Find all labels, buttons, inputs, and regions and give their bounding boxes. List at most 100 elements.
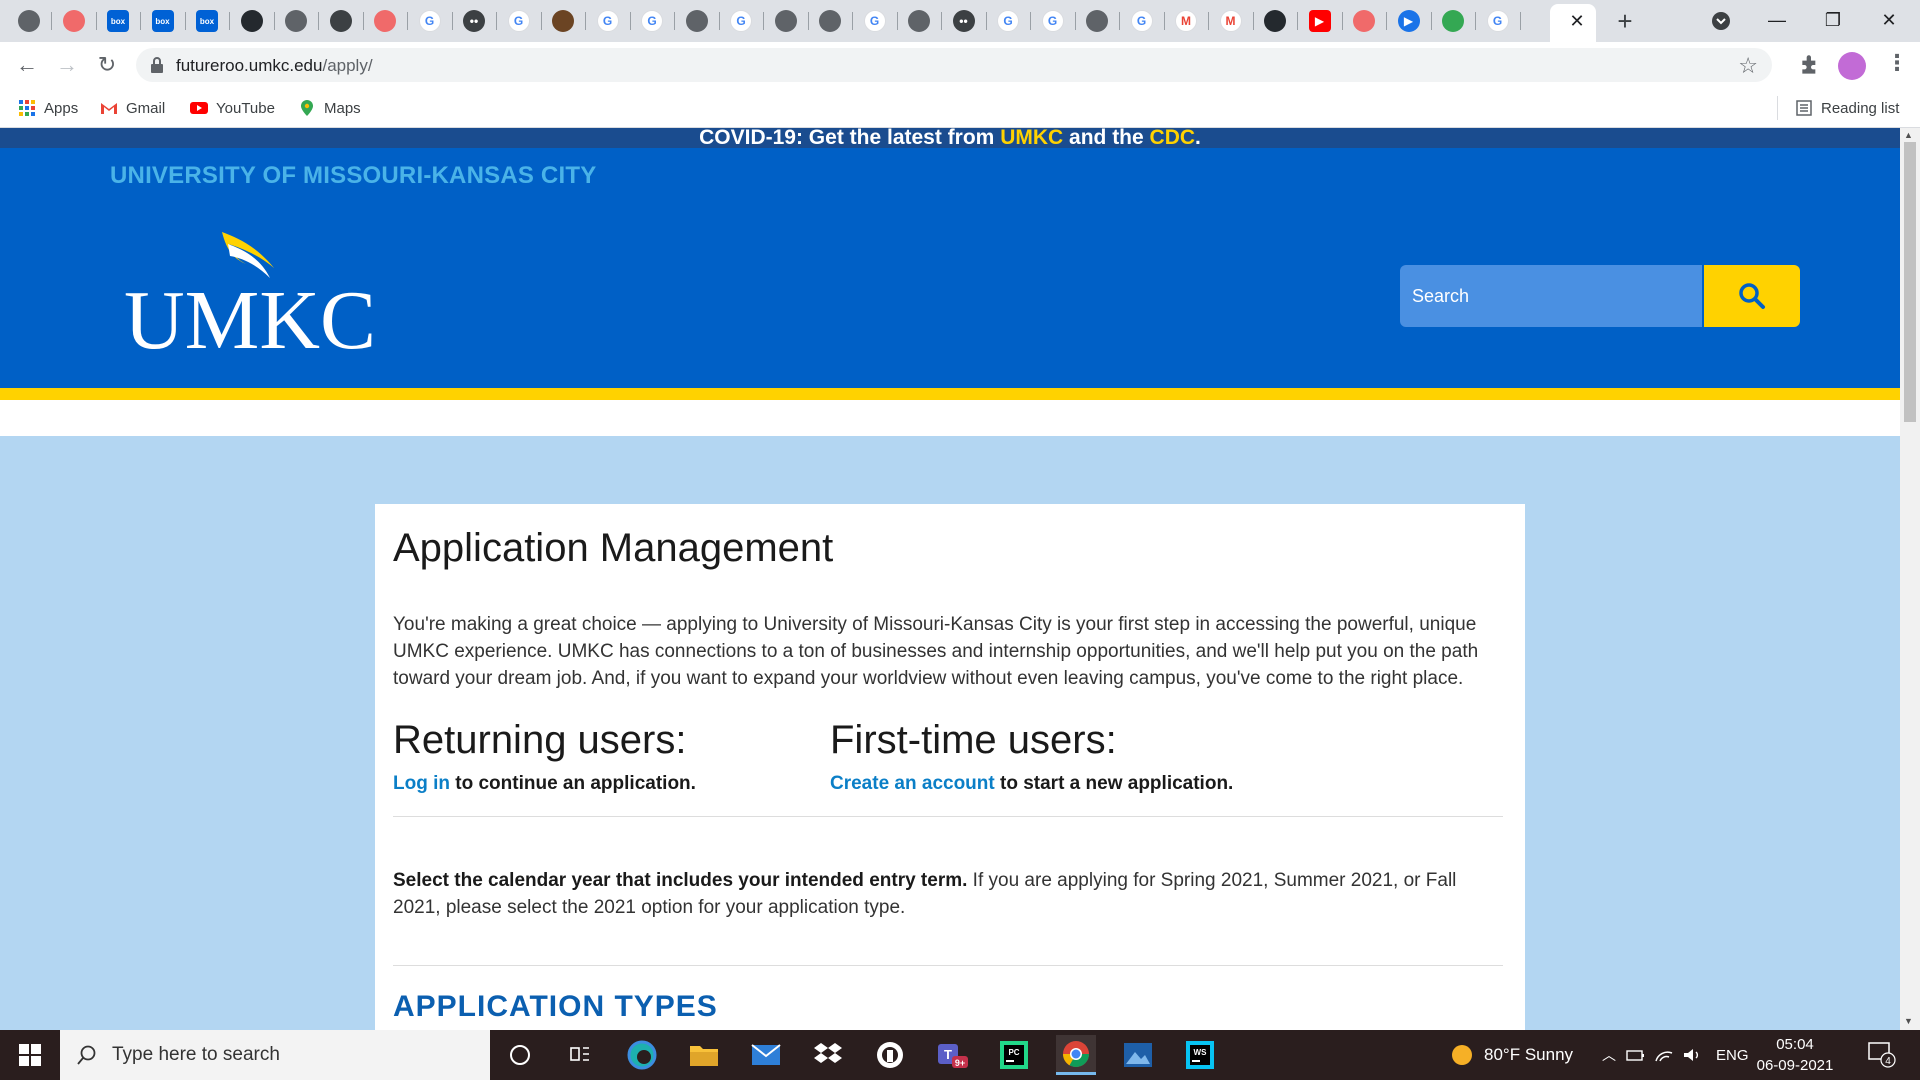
play-tab-favicon-icon[interactable]: ▶ <box>1397 10 1420 32</box>
asana-tab-favicon-icon[interactable] <box>62 10 85 32</box>
globe-tab-favicon-icon[interactable] <box>908 10 930 32</box>
maps-tab-favicon-icon[interactable] <box>1442 10 1464 32</box>
tab-separator <box>1297 12 1298 30</box>
globe-tab-favicon-icon[interactable] <box>685 10 708 32</box>
mail-icon[interactable] <box>746 1035 786 1075</box>
taskbar-search[interactable]: Type here to search <box>60 1030 490 1080</box>
chrome-tab-favicon-icon[interactable] <box>774 10 797 32</box>
reading-list-button[interactable]: Reading list <box>1795 96 1899 120</box>
site-header: UNIVERSITY OF MISSOURI-KANSAS CITY UMKC <box>0 148 1900 388</box>
extensions-puzzle-icon[interactable] <box>1798 52 1824 78</box>
covid-cdc-link[interactable]: CDC <box>1150 128 1196 149</box>
tray-icons[interactable]: ︿ ENG <box>1602 1030 1749 1080</box>
covid-umkc-link[interactable]: UMKC <box>1000 128 1063 149</box>
google-tab-favicon-icon[interactable]: G <box>730 10 752 32</box>
search-button[interactable] <box>1704 265 1800 327</box>
google-tab-favicon-icon[interactable]: G <box>418 10 441 32</box>
google-tab-favicon-icon[interactable]: G <box>1130 10 1153 32</box>
svg-text:WS: WS <box>1194 1048 1208 1057</box>
bookmark-maps[interactable]: Maps <box>298 96 361 120</box>
new-tab-button[interactable]: + <box>1610 6 1640 36</box>
back-icon[interactable]: ← <box>12 50 42 80</box>
chrome-taskbar-icon[interactable] <box>1056 1035 1096 1075</box>
task-view-icon[interactable] <box>560 1035 600 1075</box>
globe-tab-favicon-icon[interactable] <box>285 10 307 32</box>
scroll-up-arrow[interactable]: ▲ <box>1904 130 1913 140</box>
tab-separator <box>1341 12 1343 30</box>
start-button[interactable] <box>0 1030 60 1080</box>
weather-widget[interactable]: 80°F Sunny <box>1450 1030 1573 1080</box>
pycharm-icon[interactable]: PC <box>994 1035 1034 1075</box>
file-explorer-icon[interactable] <box>684 1035 724 1075</box>
tab-separator <box>184 12 186 30</box>
page-title: Application Management <box>393 526 834 570</box>
google-tab-favicon-icon[interactable]: G <box>641 10 663 32</box>
gmail-tab-favicon-icon[interactable]: M <box>1219 10 1242 32</box>
dropbox-icon[interactable] <box>808 1035 848 1075</box>
taskbar-search-placeholder: Type here to search <box>112 1044 280 1065</box>
asana-tab-favicon-icon[interactable] <box>1353 10 1375 32</box>
create-account-link[interactable]: Create an account <box>830 773 995 794</box>
box-tab-favicon-icon[interactable]: box <box>196 10 218 32</box>
teams-icon[interactable]: T 9+ <box>932 1035 972 1075</box>
reload-icon[interactable]: ↻ <box>92 50 122 80</box>
notification-center-icon[interactable]: 4 <box>1868 1042 1896 1068</box>
google-tab-favicon-icon[interactable]: G <box>997 10 1019 32</box>
language-indicator[interactable]: ENG <box>1716 1047 1749 1064</box>
tab-separator <box>763 12 764 30</box>
cortana-icon[interactable] <box>500 1035 540 1075</box>
close-tab-icon[interactable]: ✕ <box>1566 10 1588 32</box>
forward-icon[interactable]: → <box>52 50 82 80</box>
scrollbar-thumb[interactable] <box>1904 142 1916 422</box>
google-tab-favicon-icon[interactable]: G <box>863 10 886 32</box>
dots-tab-favicon-icon[interactable]: •• <box>952 10 975 32</box>
bookmark-star-icon[interactable]: ☆ <box>1738 53 1758 79</box>
close-window-button[interactable]: ✕ <box>1866 4 1912 36</box>
asana-tab-favicon-icon[interactable] <box>374 10 396 32</box>
bookmark-youtube[interactable]: YouTube <box>190 96 275 120</box>
restore-button[interactable]: ❐ <box>1810 4 1856 36</box>
page-scrollbar[interactable]: ▲ ▼ <box>1900 128 1920 1030</box>
bookmark-apps[interactable]: Apps <box>18 96 78 120</box>
github-tab-favicon-icon[interactable] <box>240 10 263 32</box>
gmail-tab-favicon-icon[interactable]: M <box>1175 10 1197 32</box>
youtube-tab-favicon-icon[interactable]: ▶ <box>1308 10 1331 32</box>
chrome-tab-favicon-icon[interactable] <box>819 10 841 32</box>
site-search-input[interactable] <box>1400 265 1702 327</box>
globe-tab-favicon-icon[interactable] <box>1086 10 1108 32</box>
app-icon[interactable] <box>870 1035 910 1075</box>
chrome-menu-icon[interactable]: ⋮ <box>1886 50 1908 76</box>
university-name[interactable]: UNIVERSITY OF MISSOURI-KANSAS CITY <box>110 162 596 190</box>
book-tab-favicon-icon[interactable] <box>552 10 574 32</box>
edge-icon[interactable] <box>622 1035 662 1075</box>
webstorm-icon[interactable]: WS <box>1180 1035 1220 1075</box>
google-tab-favicon-icon[interactable]: G <box>1486 10 1509 32</box>
vpn-tab-favicon-icon[interactable] <box>329 10 352 32</box>
bookmark-gmail[interactable]: Gmail <box>100 96 165 120</box>
minimize-button[interactable]: — <box>1754 4 1800 36</box>
google-tab-favicon-icon[interactable]: G <box>1041 10 1064 32</box>
tab-separator <box>362 12 364 30</box>
box-tab-favicon-icon[interactable]: box <box>151 10 174 32</box>
umkc-logo[interactable]: UMKC <box>110 228 390 358</box>
photos-icon[interactable] <box>1118 1035 1158 1075</box>
tab-separator <box>1030 12 1031 30</box>
google-tab-favicon-icon[interactable]: G <box>596 10 619 32</box>
wifi-icon[interactable] <box>1654 1047 1674 1063</box>
chrome-tab-favicon-icon[interactable] <box>18 10 40 32</box>
login-link[interactable]: Log in <box>393 773 450 794</box>
divider <box>393 816 1503 817</box>
github-tab-favicon-icon[interactable] <box>1264 10 1286 32</box>
box-tab-favicon-icon[interactable]: box <box>107 10 129 32</box>
volume-icon[interactable] <box>1682 1047 1702 1063</box>
tab-separator <box>51 12 52 30</box>
show-hidden-icons-icon[interactable]: ︿ <box>1602 1045 1616 1065</box>
scroll-down-arrow[interactable]: ▼ <box>1904 1016 1913 1026</box>
address-bar[interactable]: futureroo.umkc.edu/apply/ ☆ <box>136 48 1772 82</box>
system-clock[interactable]: 05:04 06-09-2021 <box>1750 1034 1840 1076</box>
profile-avatar[interactable] <box>1838 52 1866 80</box>
battery-icon[interactable] <box>1626 1047 1646 1063</box>
tab-search-icon[interactable] <box>1710 10 1732 32</box>
google-tab-favicon-icon[interactable]: G <box>507 10 530 32</box>
dots-tab-favicon-icon[interactable]: •• <box>463 10 485 32</box>
